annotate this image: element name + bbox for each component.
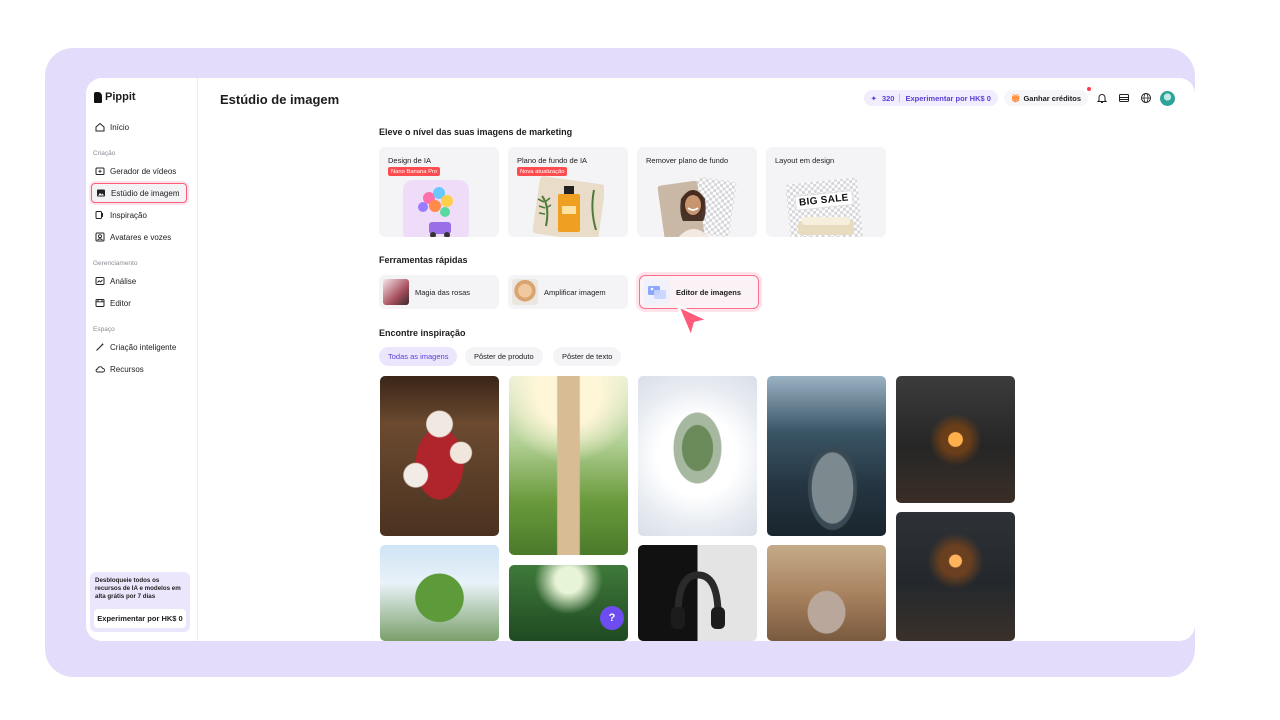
feature-card-remove-background[interactable]: Remover plano de fundo	[637, 147, 757, 237]
top-bar: ✦ 320 Experimentar por HK$ 0 🎁︎ Ganhar c…	[863, 87, 1175, 106]
marketing-section-title: Eleve o nível das suas imagens de market…	[379, 127, 573, 137]
gallery-image-eiffel-tower[interactable]	[380, 545, 499, 641]
help-button[interactable]: ?	[600, 606, 624, 630]
sidebar-item-label: Editor	[110, 298, 131, 308]
gallery-image-manhole-city[interactable]	[767, 376, 886, 536]
sidebar-item-editor[interactable]: Editor	[91, 293, 187, 313]
gallery-image-floating-city[interactable]	[638, 376, 757, 536]
image-studio-icon	[96, 188, 106, 198]
quick-tool-label: Amplificar imagem	[544, 287, 606, 297]
sidebar: Pippit Início Criação Gerador de vídeos …	[86, 78, 198, 641]
section-label-creation: Criação	[93, 150, 116, 157]
sidebar-item-smart-creation[interactable]: Criação inteligente	[91, 337, 187, 357]
feature-title: Plano de fundo de IA	[517, 156, 588, 165]
sidebar-item-label: Inspiração	[110, 210, 147, 220]
section-label-space: Espaço	[93, 326, 115, 333]
filter-product-poster[interactable]: Pôster de produto	[465, 347, 543, 366]
pippit-logo-icon	[94, 91, 102, 103]
gallery-image-wood-bottle[interactable]	[509, 376, 628, 555]
gallery-image-woman-cats[interactable]	[380, 376, 499, 536]
sidebar-item-label: Gerador de vídeos	[110, 166, 177, 176]
inspiration-icon	[95, 210, 105, 220]
sidebar-item-label: Início	[110, 122, 130, 132]
remove-background-illustration	[657, 177, 737, 237]
earn-credits-label: Ganhar créditos	[1023, 93, 1081, 103]
headphones-icon	[671, 571, 725, 629]
dog-thumbnail	[512, 279, 538, 305]
ai-design-illustration	[403, 180, 469, 237]
avatar-icon	[95, 232, 105, 242]
sidebar-item-analytics[interactable]: Análise	[91, 271, 187, 291]
gallery-image-industrial-light-2[interactable]	[896, 512, 1015, 641]
cloud-icon	[95, 364, 105, 374]
filter-text-poster[interactable]: Pôster de texto	[553, 347, 622, 366]
trial-promo: Desbloqueie todos os recursos de IA e mo…	[90, 572, 190, 632]
home-icon	[95, 122, 105, 132]
editor-icon	[95, 298, 105, 308]
feature-badge: Nano Banana Pro	[388, 167, 441, 176]
magic-wand-icon	[95, 342, 105, 352]
feature-card-ai-design[interactable]: Design de IA Nano Banana Pro	[379, 147, 499, 237]
promo-text: Desbloqueie todos os recursos de IA e mo…	[95, 577, 181, 600]
sidebar-item-label: Estúdio de imagem	[111, 188, 180, 198]
video-plus-icon	[95, 166, 105, 176]
filter-all-images[interactable]: Todas as imagens	[379, 347, 458, 366]
sidebar-item-avatars-voices[interactable]: Avatares e vozes	[91, 227, 187, 247]
quick-tools-title: Ferramentas rápidas	[379, 255, 468, 265]
sidebar-item-label: Recursos	[110, 364, 144, 374]
gallery-image-statue-city[interactable]	[767, 545, 886, 641]
divider	[899, 94, 901, 102]
feature-badge: Nova atualização	[517, 167, 568, 176]
sidebar-item-image-studio[interactable]: Estúdio de imagem	[91, 183, 187, 203]
section-label-management: Gerenciamento	[93, 260, 138, 267]
feature-card-ai-background[interactable]: Plano de fundo de IA Nova atualização	[508, 147, 628, 237]
image-editor-icon	[644, 279, 670, 305]
quick-tool-label: Magia das rosas	[415, 287, 471, 297]
notification-dot	[1087, 87, 1091, 91]
quick-tool-rose-magic[interactable]: Magia das rosas	[379, 275, 499, 309]
try-for-price: Experimentar por HK$ 0	[905, 93, 991, 103]
rose-thumbnail	[383, 279, 409, 305]
app-window: Pippit Início Criação Gerador de vídeos …	[86, 78, 1195, 641]
ai-background-illustration	[532, 176, 604, 237]
sidebar-item-inspiration[interactable]: Inspiração	[91, 205, 187, 225]
help-question-icon: ?	[608, 612, 616, 624]
quick-tool-label: Editor de imagens	[676, 287, 742, 297]
sidebar-item-label: Análise	[110, 276, 137, 286]
gallery-image-headphones[interactable]	[638, 545, 757, 641]
feature-title: Remover plano de fundo	[646, 156, 729, 165]
logo-text: Pippit	[105, 91, 136, 103]
pointer-cursor-icon	[676, 304, 710, 339]
language-globe-icon[interactable]	[1138, 90, 1154, 106]
credits-pill[interactable]: ✦ 320 Experimentar por HK$ 0	[863, 90, 998, 106]
sidebar-item-video-generator[interactable]: Gerador de vídeos	[91, 161, 187, 181]
sparkle-icon: ✦	[870, 93, 877, 103]
sidebar-item-home[interactable]: Início	[91, 117, 187, 137]
quick-tool-upscale[interactable]: Amplificar imagem	[508, 275, 628, 309]
inbox-icon[interactable]	[1116, 90, 1132, 106]
feature-card-design-layout[interactable]: Layout em design BIG SALE	[766, 147, 886, 237]
sidebar-item-label: Avatares e vozes	[110, 232, 172, 242]
gallery-image-industrial-light-1[interactable]	[896, 376, 1015, 503]
feature-title: Design de IA	[388, 156, 431, 165]
bell-icon[interactable]	[1094, 90, 1110, 106]
feature-title: Layout em design	[775, 156, 835, 165]
promo-try-button[interactable]: Experimentar por HK$ 0	[94, 609, 186, 628]
user-avatar[interactable]	[1160, 90, 1175, 106]
logo[interactable]: Pippit	[94, 91, 136, 103]
gift-icon: 🎁︎	[1010, 93, 1021, 103]
sidebar-item-label: Criação inteligente	[110, 342, 177, 352]
inspiration-title: Encontre inspiração	[379, 328, 466, 338]
credits-count: 320	[881, 93, 895, 103]
sidebar-item-resources[interactable]: Recursos	[91, 359, 187, 379]
earn-credits-button[interactable]: 🎁︎ Ganhar créditos	[1003, 87, 1091, 106]
analytics-icon	[95, 276, 105, 286]
page-title: Estúdio de imagem	[220, 92, 340, 107]
